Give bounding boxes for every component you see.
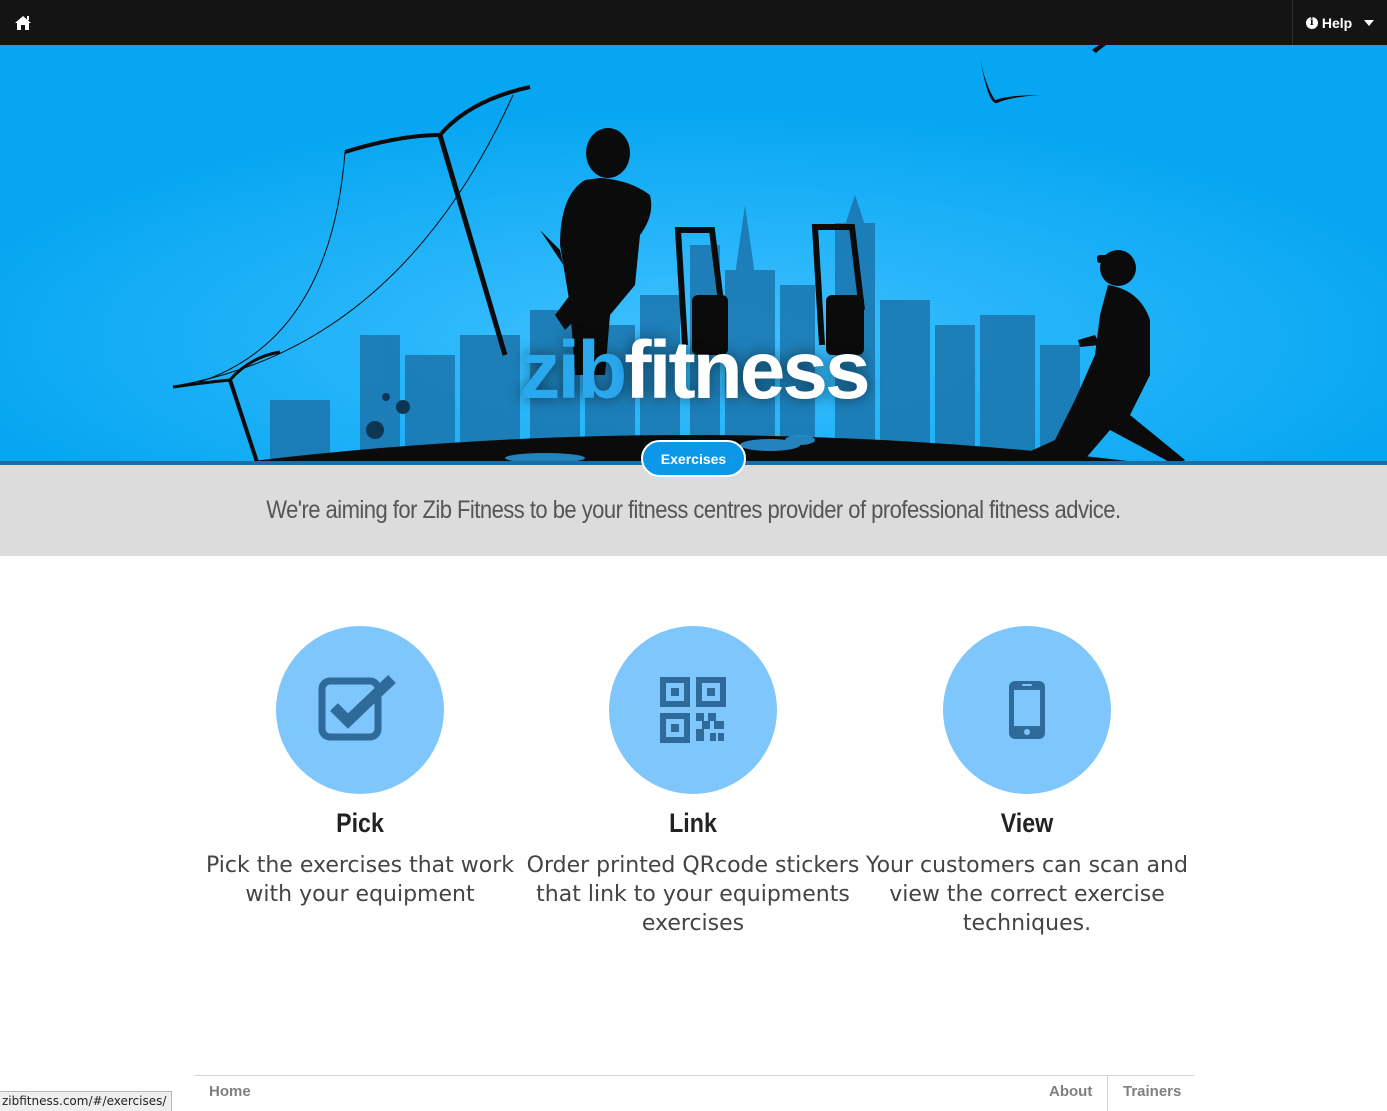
- feature-pick: Pick Pick the exercises that work with y…: [193, 626, 527, 909]
- feature-text: Pick the exercises that work with your e…: [206, 853, 514, 907]
- feature-circle: [609, 626, 777, 794]
- feature-title: Pick: [336, 808, 384, 838]
- home-icon: [15, 16, 31, 30]
- home-button[interactable]: [10, 10, 36, 36]
- feature-title: Link: [669, 808, 717, 838]
- status-bar-url: zibfitness.com/#/exercises/: [0, 1091, 173, 1111]
- exercises-button[interactable]: Exercises: [641, 440, 746, 477]
- logo-fitness: fitness: [624, 325, 870, 416]
- qrcode-icon: [660, 677, 726, 743]
- footer-about-link[interactable]: About: [1049, 1083, 1092, 1100]
- info-circle-icon: i: [1305, 16, 1318, 29]
- feature-circle: [276, 626, 444, 794]
- tagline-bar: We're aiming for Zib Fitness to be your …: [0, 465, 1387, 556]
- help-dropdown[interactable]: i Help: [1292, 0, 1387, 45]
- footer-home-link[interactable]: Home: [209, 1083, 251, 1100]
- feature-view: View Your customers can scan and view th…: [860, 626, 1194, 938]
- feature-title: View: [1000, 808, 1054, 838]
- feature-link: Link Order printed QRcode stickers that …: [526, 626, 860, 938]
- logo-zib: zib: [519, 325, 627, 416]
- feature-text: Order printed QRcode stickers that link …: [526, 853, 860, 936]
- feature-circle: [943, 626, 1111, 794]
- footer-trainers-link[interactable]: Trainers: [1123, 1083, 1181, 1100]
- mobile-phone-icon: [1009, 681, 1045, 739]
- top-navbar: i Help: [0, 0, 1387, 45]
- help-label: Help: [1321, 14, 1353, 31]
- tagline-text: We're aiming for Zib Fitness to be your …: [266, 496, 1121, 524]
- footer-separator: [1107, 1076, 1108, 1111]
- zibfitness-logo: zibfitness: [0, 330, 1387, 412]
- footer-divider: [194, 1075, 1194, 1076]
- caret-down-icon: [1364, 19, 1375, 26]
- checkbox-icon: [318, 675, 396, 741]
- feature-text: Your customers can scan and view the cor…: [866, 853, 1188, 936]
